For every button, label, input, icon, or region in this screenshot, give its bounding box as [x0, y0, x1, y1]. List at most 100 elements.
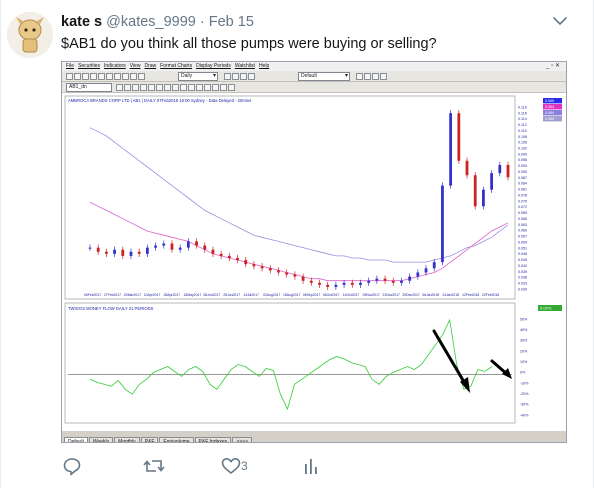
- toolbar-button[interactable]: [220, 84, 227, 91]
- toolbar-button[interactable]: [138, 73, 145, 80]
- tab-1[interactable]: Weekly: [88, 437, 114, 442]
- tweet-card[interactable]: kate s @kates_9999 · Feb 15 $AB1 do you …: [0, 0, 594, 488]
- money-flow-y-tick-label: 0%: [520, 371, 526, 375]
- toolbar-button[interactable]: [116, 84, 123, 91]
- toolbar-button[interactable]: [188, 84, 195, 91]
- author-handle[interactable]: @kates_9999: [106, 14, 196, 30]
- tab-2[interactable]: Monthly: [114, 437, 140, 442]
- toolbar-button[interactable]: [132, 84, 139, 91]
- security-code-input[interactable]: AB1_dn: [66, 83, 112, 92]
- menu-item-help[interactable]: Help: [259, 63, 269, 69]
- toolbar-button[interactable]: [224, 73, 231, 80]
- price-y-tick-label: 0.054: [518, 240, 527, 244]
- price-candle-body: [145, 247, 149, 254]
- layout-select[interactable]: Default: [298, 72, 350, 81]
- price-candle-body: [104, 251, 108, 254]
- chevron-down-icon[interactable]: [551, 12, 569, 30]
- price-y-tick-label: 0.051: [518, 246, 527, 250]
- analytics-button[interactable]: [303, 456, 319, 478]
- price-x-tick-label: 14Oct2017: [343, 293, 360, 297]
- author-name[interactable]: kate s: [61, 14, 102, 30]
- tab-3[interactable]: P&F: [140, 437, 159, 442]
- toolbar-button[interactable]: [140, 84, 147, 91]
- tweet-date[interactable]: Feb 15: [209, 14, 254, 30]
- separator-dot: ·: [199, 14, 205, 30]
- toolbar-button[interactable]: [122, 73, 129, 80]
- money-flow-y-tick-label: -20%: [520, 392, 529, 396]
- toolbar-button[interactable]: [114, 73, 121, 80]
- menu-item-securities[interactable]: Securities: [78, 63, 100, 69]
- menu-item-format-charts[interactable]: Format Charts: [160, 63, 192, 69]
- price-x-tick-label: 12Feb2018: [462, 293, 479, 297]
- menu-item-draw[interactable]: Draw: [144, 63, 156, 69]
- price-candle-body: [359, 282, 362, 285]
- price-y-tick-label: 0.072: [518, 205, 527, 209]
- toolbar-button[interactable]: [356, 73, 363, 80]
- toolbar-button[interactable]: [204, 84, 211, 91]
- price-y-tick-label: 0.118: [518, 105, 527, 109]
- menu-item-display-periods[interactable]: Display Periods: [196, 63, 231, 69]
- reply-icon: [63, 458, 81, 476]
- price-candle-body: [236, 257, 239, 261]
- toolbar-button[interactable]: [90, 73, 97, 80]
- price-x-tick-label: 10Apr2017: [144, 293, 161, 297]
- avatar[interactable]: [7, 12, 53, 58]
- price-y-tick-label: 0.042: [518, 264, 527, 268]
- price-x-tick-label: 06Oct2017: [323, 293, 340, 297]
- menu-item-watchlist[interactable]: Watchlist: [235, 63, 255, 69]
- toolbar-button[interactable]: [228, 84, 235, 91]
- price-y-tick-label: 0.099: [518, 152, 527, 156]
- toolbar-button[interactable]: [124, 84, 131, 91]
- menu-item-view[interactable]: View: [130, 63, 141, 69]
- toolbar-button[interactable]: [106, 73, 113, 80]
- toolbar-button[interactable]: [180, 84, 187, 91]
- tab-5[interactable]: P&F Indexes: [194, 437, 232, 442]
- menu-item-indicators[interactable]: Indicators: [104, 63, 126, 69]
- tweet-text: $AB1 do you think all those pumps were b…: [61, 36, 437, 52]
- toolbar-button[interactable]: [196, 84, 203, 91]
- toolbar-button[interactable]: [212, 84, 219, 91]
- toolbar-button[interactable]: [232, 73, 239, 80]
- toolbar-button[interactable]: [66, 73, 73, 80]
- toolbar-button[interactable]: [380, 73, 387, 80]
- attached-chart-image[interactable]: File Securities Indicators View Draw Format C…: [61, 61, 567, 443]
- price-y-tick-label: 0.030: [518, 287, 527, 291]
- toolbar-button[interactable]: [240, 73, 247, 80]
- avatar-figure-icon: [7, 12, 53, 58]
- period-select[interactable]: Daily: [178, 72, 218, 81]
- like-button[interactable]: 3: [221, 456, 261, 478]
- toolbar-button[interactable]: [74, 73, 81, 80]
- toolbar-button[interactable]: [372, 73, 379, 80]
- retweet-button[interactable]: [143, 456, 165, 478]
- price-candle-body: [244, 260, 248, 265]
- toolbar-button[interactable]: [156, 84, 163, 91]
- tab-6[interactable]: >>>>: [232, 437, 252, 442]
- window-controls[interactable]: _ ▫ ✕: [546, 62, 560, 69]
- price-candle-body: [391, 280, 395, 283]
- toolbar-button[interactable]: [130, 73, 137, 80]
- price-candle-body: [137, 251, 141, 254]
- toolbar-button[interactable]: [172, 84, 179, 91]
- price-y-tick-label: 0.039: [518, 270, 527, 274]
- toolbar-button[interactable]: [164, 84, 171, 91]
- price-candle-body: [211, 249, 215, 254]
- toolbar-button[interactable]: [82, 73, 89, 80]
- price-candle-body: [375, 278, 379, 281]
- price-x-tick-label: 06Feb2017: [84, 293, 101, 297]
- price-y-tick-label: 0.108: [518, 135, 527, 139]
- price-y-tick-label: 0.114: [518, 117, 527, 121]
- price-y-tick-label: 0.093: [518, 164, 527, 168]
- tab-4[interactable]: Equivolume: [159, 437, 194, 442]
- price-candle-body: [285, 272, 289, 275]
- money-flow-y-tick-label: 30%: [520, 339, 528, 343]
- reply-button[interactable]: [63, 456, 81, 478]
- stock-chart[interactable]: AMBROCA BRANDS CORP LTD | AB1 | DAILY 07…: [62, 93, 566, 431]
- period-tabs: Default Weekly Monthly P&F Equivolume P&F Ind…: [64, 430, 253, 442]
- toolbar-button[interactable]: [364, 73, 371, 80]
- toolbar-button[interactable]: [248, 73, 255, 80]
- price-candle-body: [350, 282, 354, 285]
- toolbar-button[interactable]: [148, 84, 155, 91]
- toolbar-button[interactable]: [98, 73, 105, 80]
- tab-0[interactable]: Default: [64, 437, 88, 442]
- menu-item-file[interactable]: File: [66, 63, 74, 69]
